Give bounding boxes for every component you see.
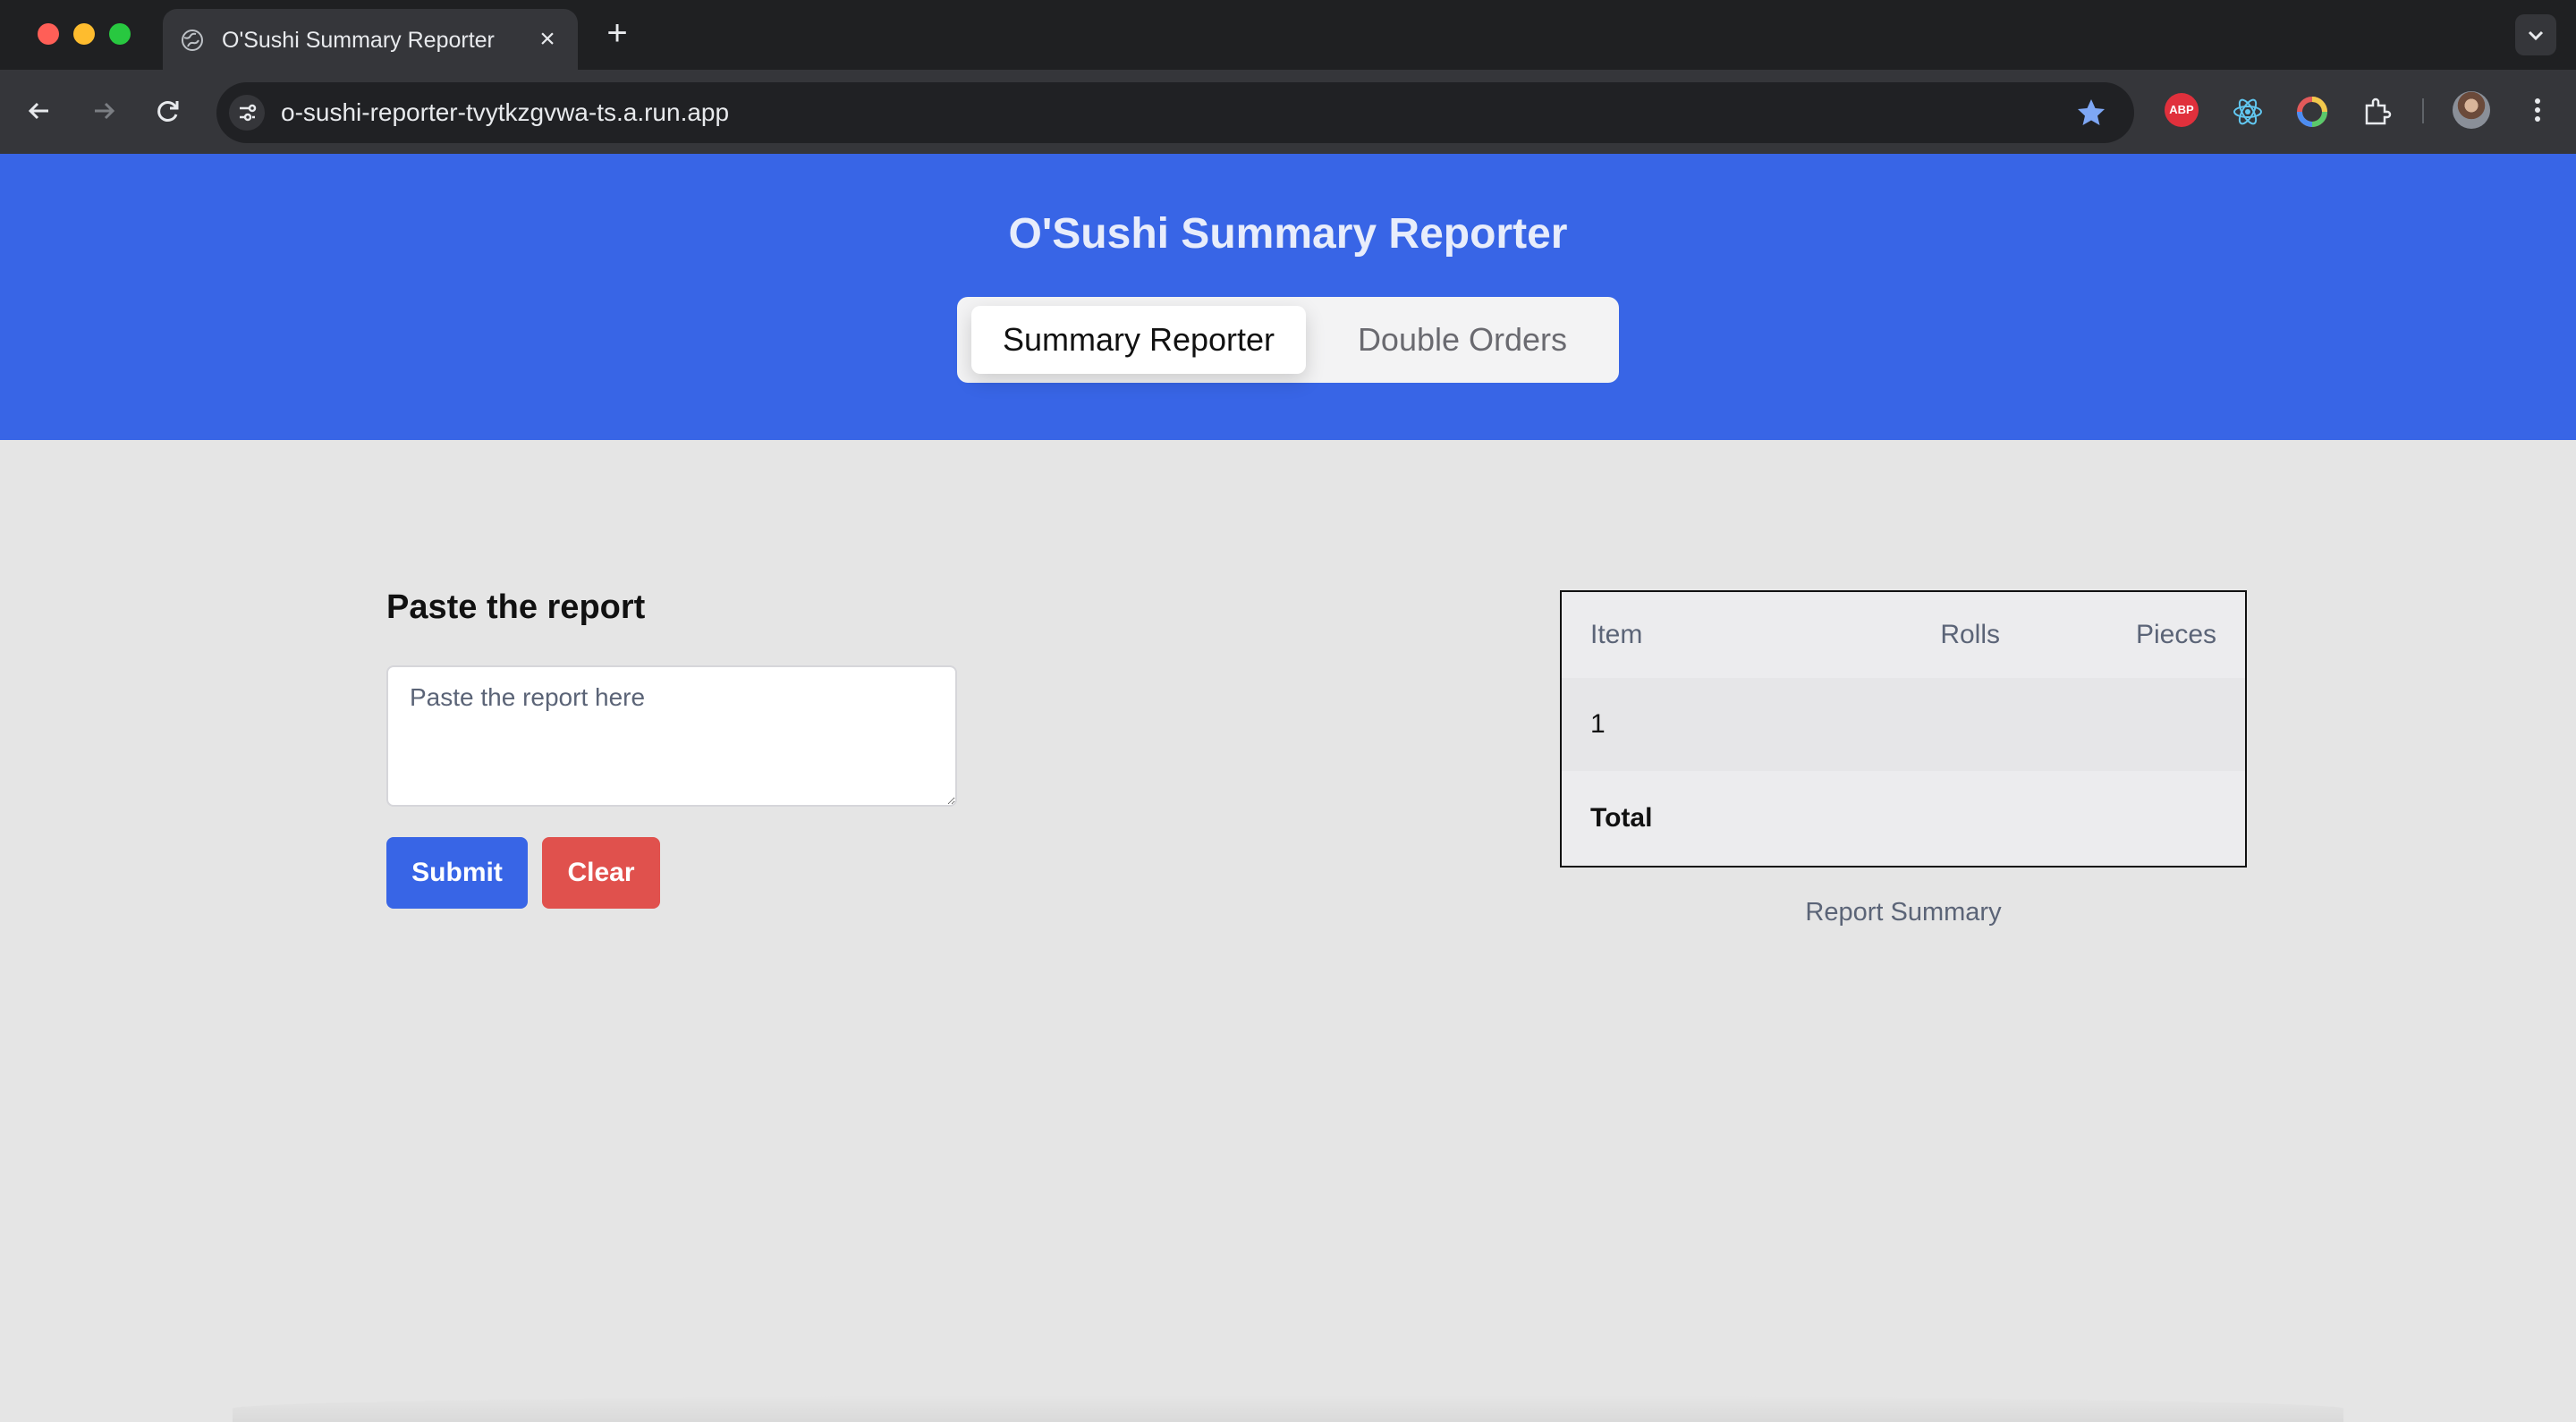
forward-icon[interactable] bbox=[86, 93, 122, 129]
react-devtools-icon[interactable] bbox=[2227, 91, 2268, 132]
column-header-rolls: Rolls bbox=[1940, 620, 2000, 649]
address-bar[interactable]: o-sushi-reporter-tvytkzgvwa-ts.a.run.app bbox=[216, 82, 2134, 143]
view-switcher: Summary Reporter Double Orders bbox=[957, 297, 1619, 383]
color-picker-icon[interactable] bbox=[2292, 91, 2333, 132]
clear-button[interactable]: Clear bbox=[542, 837, 660, 909]
summary-table: Item Rolls Pieces 1 Total bbox=[1560, 590, 2247, 868]
total-label-cell: Total bbox=[1590, 803, 1653, 833]
tab-double-orders[interactable]: Double Orders bbox=[1318, 306, 1606, 374]
profile-avatar[interactable] bbox=[2453, 91, 2490, 129]
table-total-row: Total bbox=[1562, 771, 2245, 866]
browser-tab[interactable]: O'Sushi Summary Reporter × bbox=[163, 9, 578, 70]
chevron-down-icon bbox=[2528, 30, 2544, 41]
close-tab-icon[interactable]: × bbox=[533, 25, 562, 54]
new-tab-button[interactable]: + bbox=[599, 15, 635, 52]
column-header-pieces: Pieces bbox=[2135, 620, 2216, 649]
tab-title: O'Sushi Summary Reporter bbox=[222, 28, 495, 53]
tab-search-button[interactable] bbox=[2515, 14, 2556, 55]
report-textarea[interactable] bbox=[386, 665, 957, 807]
menu-icon[interactable] bbox=[2524, 91, 2551, 129]
paste-report-heading: Paste the report bbox=[386, 588, 646, 626]
browser-tab-strip: O'Sushi Summary Reporter × + bbox=[0, 0, 2576, 70]
table-header-row: Item Rolls Pieces bbox=[1562, 592, 2245, 678]
back-icon[interactable] bbox=[21, 93, 57, 129]
url-text[interactable]: o-sushi-reporter-tvytkzgvwa-ts.a.run.app bbox=[281, 98, 729, 127]
toolbar-separator bbox=[2422, 98, 2424, 123]
minimize-window-button[interactable] bbox=[73, 23, 95, 45]
close-window-button[interactable] bbox=[38, 23, 59, 45]
maximize-window-button[interactable] bbox=[109, 23, 131, 45]
extensions-icon[interactable] bbox=[2356, 91, 2397, 132]
submit-button[interactable]: Submit bbox=[386, 837, 528, 909]
app-header: O'Sushi Summary Reporter Summary Reporte… bbox=[0, 154, 2576, 440]
table-row: 1 bbox=[1562, 678, 2245, 771]
reload-icon[interactable] bbox=[150, 93, 186, 129]
bottom-shadow bbox=[233, 1395, 2343, 1422]
site-info-icon[interactable] bbox=[229, 95, 265, 131]
table-caption: Report Summary bbox=[1805, 898, 2002, 927]
row-item-cell: 1 bbox=[1590, 709, 1606, 739]
page-title: O'Sushi Summary Reporter bbox=[1008, 210, 1568, 258]
globe-icon bbox=[182, 30, 203, 51]
star-icon[interactable] bbox=[2075, 97, 2107, 129]
adblock-icon[interactable]: ABP bbox=[2165, 93, 2199, 127]
column-header-item: Item bbox=[1590, 620, 1643, 649]
tab-summary-reporter[interactable]: Summary Reporter bbox=[971, 306, 1306, 374]
